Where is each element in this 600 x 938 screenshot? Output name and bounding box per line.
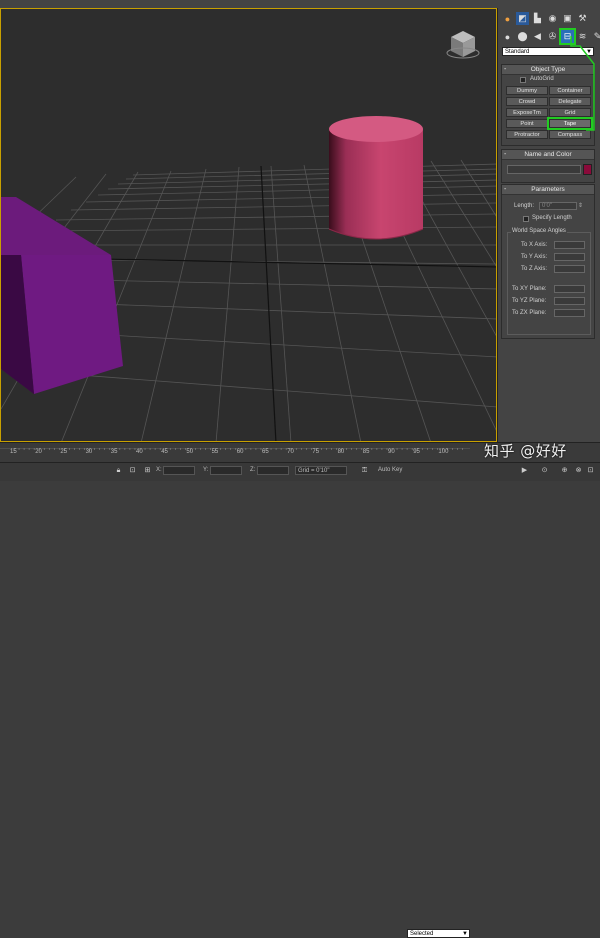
tick-label: 80: [337, 449, 345, 455]
to-z-axis-field: [554, 265, 585, 273]
to-zx-plane-label: To ZX Plane:: [512, 310, 547, 316]
length-label: Length:: [514, 203, 535, 209]
selected-value: Selected: [410, 931, 434, 937]
rollout-header[interactable]: - Parameters: [502, 185, 594, 195]
auto-key-button[interactable]: Auto Key: [378, 467, 402, 473]
specify-length-label: Specify Length: [532, 215, 572, 221]
y-coordinate-field[interactable]: [210, 466, 242, 475]
viewport-scene: [1, 31, 496, 441]
y-label: Y:: [203, 467, 209, 473]
viewcube-icon: [446, 31, 480, 59]
color-swatch[interactable]: [583, 164, 592, 175]
rollout-header[interactable]: - Name and Color: [502, 150, 594, 160]
key-icon[interactable]: ⚿: [360, 466, 369, 475]
time-ruler[interactable]: 15 20 25 30 35 40 45 50 55 60 65 70 75 80 85 90 95 100: [0, 448, 470, 460]
to-y-axis-field: [554, 253, 585, 261]
tick-label: 15: [10, 449, 17, 455]
tick-label: 35: [110, 449, 118, 455]
to-yz-plane-label: To YZ Plane:: [512, 298, 547, 304]
orbit-icon[interactable]: ⊗: [574, 466, 583, 475]
to-x-axis-field: [554, 241, 585, 249]
to-x-axis-label: To X Axis:: [521, 242, 548, 248]
zoom-icon[interactable]: ⊕: [560, 466, 569, 475]
status-bar: 🔒︎ ⊡ ⊞ X: Y: Z: Grid = 0'10" ⚿ Auto Key …: [0, 462, 600, 938]
lock-icon[interactable]: ⊡: [128, 466, 137, 475]
tick-label: 100: [438, 449, 449, 455]
name-and-color-rollout: - Name and Color: [501, 149, 595, 183]
z-label: Z:: [250, 467, 256, 473]
pink-cylinder: [328, 116, 424, 240]
length-field[interactable]: 0'0": [539, 202, 577, 210]
tick-label: 85: [362, 449, 370, 455]
tick-label: 60: [236, 449, 244, 455]
to-xy-plane-label: To XY Plane:: [512, 286, 547, 292]
frame-icon[interactable]: ⊙: [540, 466, 549, 475]
z-coordinate-field[interactable]: [257, 466, 289, 475]
rollout-title: Parameters: [531, 186, 565, 193]
tick-label: 30: [85, 449, 93, 455]
to-z-axis-label: To Z Axis:: [521, 266, 548, 272]
parameters-rollout: - Parameters Length: 0'0" ⇕ Specify Leng…: [501, 184, 595, 339]
tick-label: 65: [262, 449, 269, 455]
x-label: X:: [156, 467, 162, 473]
tick-label: 50: [186, 449, 194, 455]
tick-label: 45: [161, 449, 168, 455]
absolute-mode-icon[interactable]: ⊞: [143, 466, 152, 475]
tick-label: 90: [388, 449, 395, 455]
top-toolbar-strip: [0, 0, 600, 8]
collapse-icon: -: [504, 186, 507, 193]
chevron-down-icon: ▼: [462, 931, 468, 937]
ruler-ticks: [0, 448, 470, 451]
x-coordinate-field[interactable]: [163, 466, 195, 475]
selection-lock-icon[interactable]: 🔒︎: [114, 466, 123, 475]
maximize-icon[interactable]: ⊡: [586, 466, 595, 475]
to-xy-plane-field: [554, 285, 585, 293]
tick-label: 75: [312, 449, 320, 455]
tick-label: 95: [413, 449, 420, 455]
collapse-icon: -: [504, 151, 507, 158]
tick-label: 40: [136, 449, 143, 455]
purple-box: [1, 197, 123, 394]
world-space-angles-title: World Space Angles: [511, 228, 567, 234]
grid-size-display: Grid = 0'10": [295, 466, 347, 475]
rollout-title: Name and Color: [524, 151, 572, 158]
to-zx-plane-field: [554, 309, 585, 317]
perspective-viewport[interactable]: [0, 8, 497, 442]
specify-length-checkbox[interactable]: [523, 216, 529, 222]
annotation-arrow: [570, 36, 595, 131]
command-panel: ● ◩ ▙ ◉ ▣ ⚒ ● ⬤ ◀ ✇ ⊟ ≋ ✎ Standard ▼ - O…: [497, 8, 600, 442]
watermark: 知乎 @好好: [484, 442, 567, 460]
tick-label: 70: [287, 449, 294, 455]
tick-label: 20: [35, 449, 42, 455]
object-name-field[interactable]: [507, 165, 581, 174]
to-y-axis-label: To Y Axis:: [521, 254, 548, 260]
to-yz-plane-field: [554, 297, 585, 305]
tick-label: 55: [211, 449, 219, 455]
key-filter-dropdown[interactable]: Selected ▼: [407, 929, 470, 938]
spinner-icon[interactable]: ⇕: [578, 202, 583, 209]
play-icon[interactable]: ▶: [520, 466, 529, 475]
tick-label: 25: [60, 449, 68, 455]
